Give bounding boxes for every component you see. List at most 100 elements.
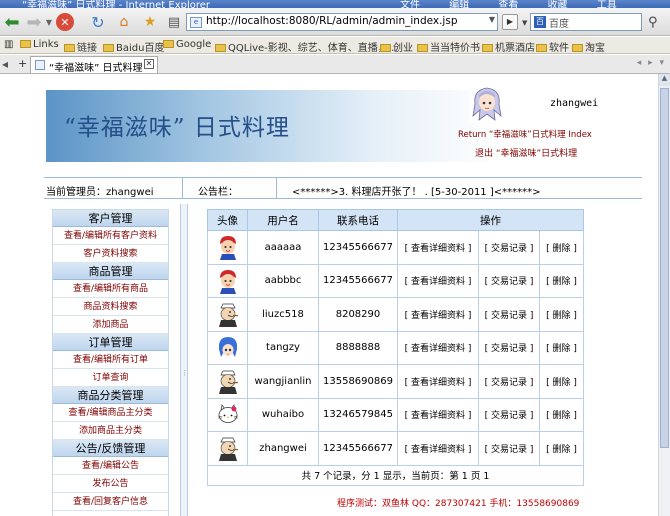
window-title: “幸福滋味” 日式料理 - Internet Explorer: [22, 0, 211, 8]
link-links[interactable]: Links: [20, 39, 59, 50]
return-index-link[interactable]: Return “幸福滋味”日式料理 Index: [458, 128, 592, 140]
username-cell: wangjianlin: [247, 364, 319, 399]
link-qqlive[interactable]: QQLive-影视、综艺、体育、直播，…: [215, 39, 398, 53]
link-dangdang[interactable]: 当当特价书: [417, 39, 480, 53]
splitter-grip-icon[interactable]: ⋮: [181, 369, 188, 377]
delete-link[interactable]: [ 删除 ]: [539, 431, 584, 466]
link-google[interactable]: Google: [163, 39, 211, 50]
forward-icon[interactable]: ➡: [24, 12, 44, 33]
username-cell: tangzy: [247, 330, 319, 365]
pager-row: 共 7 个记录，分 1 显示，当前页：第 1 页 1: [207, 464, 584, 486]
sidebar-item-search-customers[interactable]: 客户资料搜索: [53, 245, 168, 263]
favorites-star-icon[interactable]: ★: [140, 12, 160, 32]
view-detail-link[interactable]: [ 查看详细资料 ]: [397, 263, 479, 298]
menu-edit[interactable]: 编辑: [449, 0, 469, 8]
vertical-scrollbar[interactable]: ▲: [658, 74, 670, 516]
tab-list-icon[interactable]: ◂: [2, 57, 8, 71]
history-dropdown-icon[interactable]: ▼: [44, 12, 54, 32]
sidebar-item-view-categories[interactable]: 查看/编辑商品主分类: [53, 404, 168, 422]
scroll-up-icon[interactable]: ▲: [659, 74, 670, 86]
back-icon[interactable]: ⬅: [2, 12, 22, 33]
tab-title: “幸福滋味” 日式料理: [49, 63, 143, 74]
tab-scroll-icon[interactable]: ◂ ▸ ▾: [637, 58, 666, 68]
sidebar-item-view-customers[interactable]: 查看/编辑所有客户资料: [53, 227, 168, 245]
search-placeholder[interactable]: 百度: [549, 15, 569, 30]
sidebar-item-search-products[interactable]: 商品资料搜索: [53, 298, 168, 316]
trade-records-link[interactable]: [ 交易记录 ]: [478, 230, 540, 265]
menu-view[interactable]: 查看: [498, 0, 518, 8]
link-baidu[interactable]: Baidu百度: [103, 39, 164, 53]
sidebar-item-publish-notice[interactable]: 发布公告: [53, 475, 168, 493]
sidebar-item-view-orders[interactable]: 查看/编辑所有订单: [53, 351, 168, 369]
link-ruanjian[interactable]: 软件: [536, 39, 569, 53]
menu-tools[interactable]: 工具: [597, 0, 617, 8]
delete-link[interactable]: [ 删除 ]: [539, 364, 584, 399]
search-box[interactable]: 百 百度: [530, 13, 642, 31]
go-dropdown-icon[interactable]: ▼: [522, 19, 527, 27]
frame-splitter[interactable]: ⋮: [180, 204, 188, 516]
logout-link[interactable]: 退出 “幸福滋味”日式料理: [475, 146, 577, 159]
avatar-cell: [207, 230, 248, 265]
phone-cell: 13558690869: [318, 364, 398, 399]
delete-link[interactable]: [ 删除 ]: [539, 397, 584, 432]
link-chuangye[interactable]: 创业: [380, 39, 413, 53]
sidebar-item-view-notices[interactable]: 查看/编辑公告: [53, 457, 168, 475]
trade-records-link[interactable]: [ 交易记录 ]: [478, 297, 540, 332]
tab-active[interactable]: “幸福滋味” 日式料理 ✕: [30, 56, 158, 74]
home-icon[interactable]: ⌂: [114, 12, 134, 32]
sidebar-item-add-product[interactable]: 添加商品: [53, 316, 168, 334]
user-table: 头像 用户名 联系电话 操作 aaaaaa 12345566677[ 查看详细资料…: [207, 209, 584, 486]
link-jipiao[interactable]: 机票酒店: [482, 39, 535, 53]
links-book-icon: ▥: [4, 39, 14, 50]
sidebar-item-view-products[interactable]: 查看/编辑所有商品: [53, 280, 168, 298]
refresh-icon[interactable]: ↻: [88, 12, 108, 32]
trade-records-link[interactable]: [ 交易记录 ]: [478, 397, 540, 432]
trade-records-link[interactable]: [ 交易记录 ]: [478, 263, 540, 298]
delete-link[interactable]: [ 删除 ]: [539, 297, 584, 332]
username-cell: aabbbc: [247, 263, 319, 298]
popeye-avatar-icon: [208, 435, 247, 462]
phone-cell: 12345566677: [318, 431, 398, 466]
kid-red-avatar-icon: [208, 234, 247, 261]
trade-records-link[interactable]: [ 交易记录 ]: [478, 330, 540, 365]
header-username: 用户名: [247, 209, 319, 231]
trade-records-link[interactable]: [ 交易记录 ]: [478, 364, 540, 399]
hello-kitty-avatar-icon: [208, 402, 247, 428]
sidebar-item-reply-feedback[interactable]: 查看/回复客户信息: [53, 493, 168, 511]
address-bar[interactable]: e http://localhost:8080/RL/admin/admin_i…: [186, 13, 498, 31]
delete-link[interactable]: [ 删除 ]: [539, 330, 584, 365]
sidebar-item-search-orders[interactable]: 订单查询: [53, 369, 168, 387]
view-detail-link[interactable]: [ 查看详细资料 ]: [397, 364, 479, 399]
view-detail-link[interactable]: [ 查看详细资料 ]: [397, 297, 479, 332]
notice-label: 公告栏：: [198, 187, 238, 198]
tab-close-icon[interactable]: ✕: [144, 59, 154, 69]
menu-favorites[interactable]: 收藏: [548, 0, 568, 8]
trade-records-link[interactable]: [ 交易记录 ]: [478, 431, 540, 466]
link-lianjie[interactable]: 链接: [64, 39, 97, 53]
search-icon[interactable]: ⚲: [648, 15, 658, 30]
sidebar-group-orders: 订单管理: [53, 334, 168, 351]
go-icon[interactable]: ▶: [502, 14, 518, 30]
view-detail-link[interactable]: [ 查看详细资料 ]: [397, 431, 479, 466]
footer-credit: 程序测试：双鱼林 QQ：287307421 手机：13558690869: [337, 499, 580, 509]
link-taobao[interactable]: 淘宝: [572, 39, 605, 53]
address-dropdown-icon[interactable]: ▼: [489, 15, 495, 24]
address-url[interactable]: http://localhost:8080/RL/admin/admin_ind…: [206, 15, 457, 27]
view-detail-link[interactable]: [ 查看详细资料 ]: [397, 330, 479, 365]
delete-link[interactable]: [ 删除 ]: [539, 263, 584, 298]
user-list-panel: 头像 用户名 联系电话 操作 aaaaaa 12345566677[ 查看详细资料…: [207, 209, 584, 486]
scroll-thumb[interactable]: [660, 88, 669, 448]
menu-file[interactable]: 文件: [400, 0, 420, 8]
new-tab-icon[interactable]: +: [18, 57, 27, 70]
info-bar: 当前管理员：zhangwei 公告栏： <******>3. 料理店开张了！ .…: [44, 177, 642, 199]
history-icon[interactable]: ▤: [164, 12, 184, 32]
view-detail-link[interactable]: [ 查看详细资料 ]: [397, 397, 479, 432]
sidebar-item-add-category[interactable]: 添加商品主分类: [53, 422, 168, 440]
view-detail-link[interactable]: [ 查看详细资料 ]: [397, 230, 479, 265]
page-content: “幸福滋味” 日式料理 zhangwei Return “幸福滋味”日式料理 I…: [0, 74, 658, 516]
delete-link[interactable]: [ 删除 ]: [539, 230, 584, 265]
stop-icon[interactable]: ✕: [56, 13, 74, 31]
notice-marquee: <******>3. 料理店开张了！ . [5-30-2011 ]<******…: [292, 187, 541, 198]
navigation-toolbar: ⬅ ➡ ▼ ✕ ↻ ⌂ ★ ▤ e http://localhost:8080/…: [0, 8, 670, 36]
phone-cell: 12345566677: [318, 230, 398, 265]
